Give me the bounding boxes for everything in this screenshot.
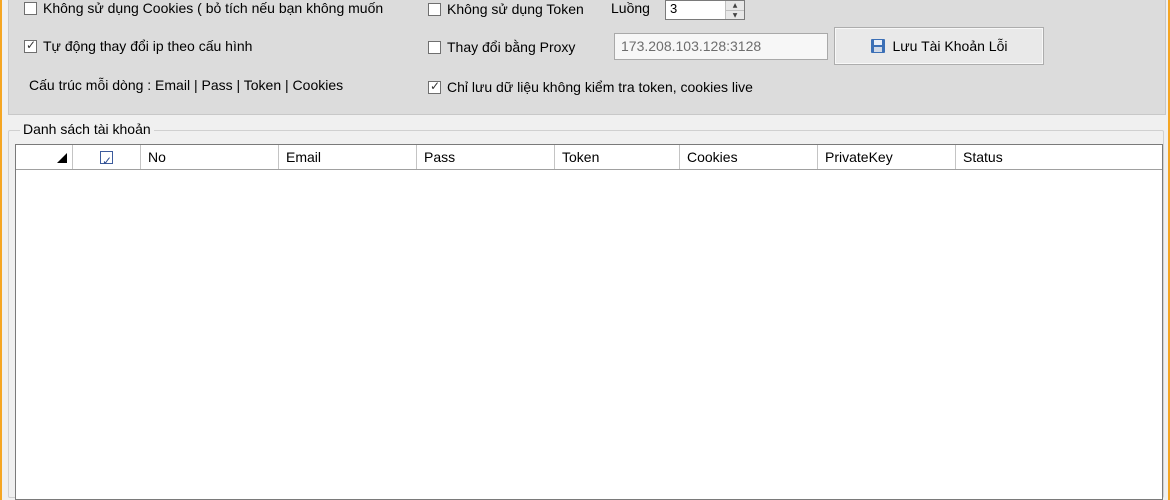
save-only-checkbox[interactable]: [428, 79, 441, 94]
threads-label: Luồng: [611, 0, 650, 16]
threads-stepper[interactable]: 3 ▲ ▼: [665, 0, 745, 20]
no-token-option[interactable]: Không sử dụng Token: [428, 1, 584, 17]
grid-header: No Email Pass Token Cookies PrivateKey S…: [16, 145, 1162, 170]
threads-value[interactable]: 3: [670, 1, 677, 16]
app-window: Không sử dụng Cookies ( bỏ tích nếu bạn …: [0, 0, 1170, 500]
auto-ip-option[interactable]: Tự động thay đổi ip theo cấu hình: [24, 38, 252, 54]
floppy-disk-icon: [870, 39, 885, 53]
proxy-checkbox[interactable]: [428, 40, 441, 54]
threads-spinner[interactable]: ▲ ▼: [725, 1, 744, 19]
spinner-down-arrow-icon[interactable]: ▼: [726, 11, 744, 20]
column-header-status[interactable]: Status: [956, 145, 1162, 169]
no-cookies-option[interactable]: Không sử dụng Cookies ( bỏ tích nếu bạn …: [24, 0, 383, 16]
no-cookies-checkbox[interactable]: [24, 1, 37, 15]
proxy-input[interactable]: 173.208.103.128:3128: [614, 33, 828, 60]
select-all-triangle-icon: [57, 153, 67, 163]
select-all-corner[interactable]: [16, 145, 73, 169]
column-header-email[interactable]: Email: [279, 145, 417, 169]
column-header-cookies[interactable]: Cookies: [680, 145, 818, 169]
save-only-option[interactable]: Chỉ lưu dữ liệu không kiểm tra token, co…: [428, 79, 753, 95]
column-header-privatekey[interactable]: PrivateKey: [818, 145, 956, 169]
line-format-label: Cấu trúc mỗi dòng : Email | Pass | Token…: [29, 77, 344, 93]
select-column-header[interactable]: [73, 145, 141, 169]
proxy-label: Thay đổi bằng Proxy: [447, 39, 576, 55]
column-header-pass[interactable]: Pass: [417, 145, 555, 169]
column-header-no[interactable]: No: [141, 145, 279, 169]
save-error-accounts-button[interactable]: Lưu Tài Khoản Lỗi: [834, 27, 1044, 65]
auto-ip-checkbox[interactable]: [24, 38, 37, 53]
no-cookies-label: Không sử dụng Cookies ( bỏ tích nếu bạn …: [43, 0, 384, 16]
proxy-option[interactable]: Thay đổi bằng Proxy: [428, 39, 575, 55]
save-error-accounts-label: Lưu Tài Khoản Lỗi: [892, 38, 1008, 54]
spinner-up-arrow-icon[interactable]: ▲: [726, 1, 744, 11]
save-only-label: Chỉ lưu dữ liệu không kiểm tra token, co…: [447, 79, 753, 95]
select-all-checkbox[interactable]: [100, 149, 113, 169]
options-panel: Không sử dụng Cookies ( bỏ tích nếu bạn …: [8, 0, 1166, 115]
accounts-grid[interactable]: No Email Pass Token Cookies PrivateKey S…: [15, 144, 1163, 500]
accounts-group-title: Danh sách tài khoản: [20, 121, 154, 137]
no-token-label: Không sử dụng Token: [447, 1, 584, 17]
auto-ip-label: Tự động thay đổi ip theo cấu hình: [43, 38, 253, 54]
column-header-token[interactable]: Token: [555, 145, 680, 169]
no-token-checkbox[interactable]: [428, 2, 441, 16]
